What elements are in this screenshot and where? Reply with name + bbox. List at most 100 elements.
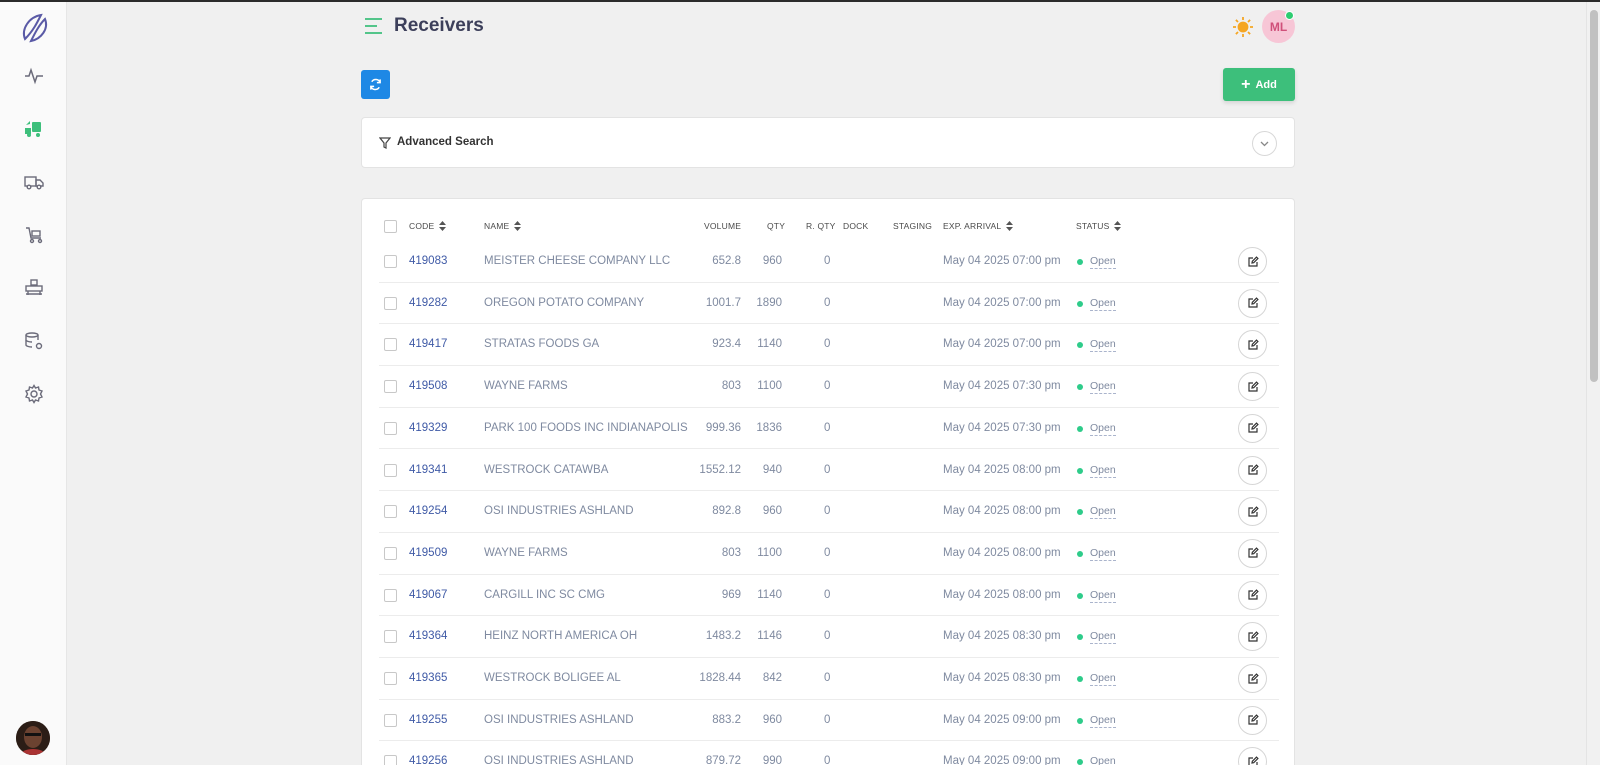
row-checkbox[interactable] (384, 713, 397, 727)
received-qty-value: 0 (824, 421, 831, 434)
table-row[interactable]: 419067 CARGILL INC SC CMG 969 1140 0 May 04 2… (379, 575, 1279, 617)
receiver-code-link[interactable]: 419364 (409, 630, 447, 642)
status-badge[interactable]: Open (1090, 464, 1116, 478)
status-badge[interactable]: Open (1090, 755, 1116, 765)
sort-icon[interactable] (514, 221, 522, 231)
status-badge[interactable]: Open (1090, 380, 1116, 395)
table-row[interactable]: 419329 PARK 100 FOODS INC INDIANAPOLIS 999… (379, 408, 1279, 450)
receiver-name: HEINZ NORTH AMERICA OH (484, 630, 638, 643)
edit-button[interactable] (1238, 455, 1267, 485)
receiver-code-link[interactable]: 419255 (409, 714, 447, 726)
column-header-status[interactable]: STATUS (1076, 221, 1122, 231)
status-badge[interactable]: Open (1090, 547, 1116, 561)
select-all-checkbox[interactable] (384, 220, 397, 233)
status-badge[interactable]: Open (1090, 338, 1116, 353)
edit-button[interactable] (1238, 538, 1267, 568)
table-row[interactable]: 419083 MEISTER CHEESE COMPANY LLC 652.8 960… (379, 241, 1279, 283)
edit-button[interactable] (1238, 413, 1267, 443)
receiving-truck-icon[interactable] (19, 114, 49, 144)
row-checkbox[interactable] (384, 588, 397, 602)
table-row[interactable]: 419255 OSI INDUSTRIES ASHLAND 883.2 960 0 May… (379, 700, 1279, 742)
table-row[interactable]: 419509 WAYNE FARMS 803 1100 0 May 04 2025 08:… (379, 533, 1279, 575)
column-header-code[interactable]: CODE (409, 221, 447, 231)
edit-button[interactable] (1238, 288, 1267, 318)
chevron-down-icon[interactable] (1252, 131, 1277, 156)
receiver-code-link[interactable]: 419417 (409, 338, 447, 350)
scrollbar-thumb[interactable] (1590, 10, 1598, 382)
sort-icon[interactable] (1114, 221, 1122, 231)
receiver-code-link[interactable]: 419341 (409, 464, 447, 476)
receiver-code-link[interactable]: 419083 (409, 255, 447, 267)
row-checkbox[interactable] (384, 546, 397, 560)
edit-button[interactable] (1238, 580, 1267, 610)
advanced-search-panel[interactable]: Advanced Search (361, 117, 1295, 168)
row-checkbox[interactable] (384, 755, 397, 765)
profile-avatar[interactable] (16, 721, 50, 755)
row-checkbox[interactable] (384, 463, 397, 477)
edit-button[interactable] (1238, 622, 1267, 652)
receiver-code-link[interactable]: 419067 (409, 589, 447, 601)
table-row[interactable]: 419365 WESTROCK BOLIGEE AL 1828.44 842 0 May … (379, 658, 1279, 700)
status-badge[interactable]: Open (1090, 589, 1116, 603)
status-badge[interactable]: Open (1090, 714, 1116, 728)
receiver-code-link[interactable]: 419282 (409, 297, 447, 309)
status-badge[interactable]: Open (1090, 255, 1116, 269)
column-header-exp-arrival[interactable]: EXP. ARRIVAL (943, 221, 1014, 231)
warehouse-icon[interactable] (19, 273, 49, 303)
sort-icon[interactable] (1006, 221, 1014, 231)
table-row[interactable]: 419256 OSI INDUSTRIES ASHLAND 879.72 990 0 Ma… (379, 741, 1279, 765)
page-title: Receivers (394, 15, 484, 36)
receiver-code-link[interactable]: 419508 (409, 380, 447, 392)
table-row[interactable]: 419508 WAYNE FARMS 803 1100 0 May 04 2025 07:… (379, 366, 1279, 408)
edit-button[interactable] (1238, 247, 1267, 276)
qty-value: 1836 (756, 421, 782, 434)
sort-icon[interactable] (439, 221, 447, 231)
table-row[interactable]: 419364 HEINZ NORTH AMERICA OH 1483.2 1146 0 M… (379, 616, 1279, 658)
qty-value: 1890 (756, 296, 782, 309)
table-row[interactable]: 419254 OSI INDUSTRIES ASHLAND 892.8 960 0 May… (379, 491, 1279, 533)
received-qty-value: 0 (824, 338, 831, 351)
edit-button[interactable] (1238, 747, 1267, 765)
activity-icon[interactable] (19, 61, 49, 91)
vertical-scrollbar[interactable] (1586, 2, 1600, 765)
row-checkbox[interactable] (384, 255, 397, 268)
receiver-code-link[interactable]: 419365 (409, 672, 447, 684)
column-header-name[interactable]: NAME (484, 221, 522, 231)
receiver-code-link[interactable]: 419256 (409, 755, 447, 765)
receiver-code-link[interactable]: 419254 (409, 505, 447, 517)
status-badge[interactable]: Open (1090, 672, 1116, 686)
edit-button[interactable] (1238, 497, 1267, 527)
status-badge[interactable]: Open (1090, 297, 1116, 311)
refresh-button[interactable] (361, 70, 390, 99)
menu-toggle-icon[interactable] (364, 17, 384, 35)
status-badge[interactable]: Open (1090, 422, 1116, 436)
status-badge[interactable]: Open (1090, 505, 1116, 520)
receivers-table: CODE NAME VOLUME QTY R. QTY DOCK STAGING… (361, 198, 1295, 765)
truck-icon[interactable] (19, 167, 49, 197)
row-checkbox[interactable] (384, 421, 397, 435)
status-dot (1077, 300, 1083, 307)
edit-button[interactable] (1238, 330, 1267, 360)
edit-button[interactable] (1238, 705, 1267, 735)
edit-button[interactable] (1238, 664, 1267, 693)
table-row[interactable]: 419341 WESTROCK CATAWBA 1552.12 940 0 May 04 … (379, 450, 1279, 492)
row-checkbox[interactable] (384, 672, 397, 685)
row-checkbox[interactable] (384, 380, 397, 394)
row-checkbox[interactable] (384, 338, 397, 352)
database-settings-icon[interactable] (19, 326, 49, 356)
sun-icon[interactable] (1232, 16, 1254, 38)
app-logo-icon[interactable] (17, 11, 51, 45)
qty-value: 1140 (757, 588, 782, 601)
row-checkbox[interactable] (384, 505, 397, 519)
cart-icon[interactable] (19, 220, 49, 250)
table-row[interactable]: 419282 OREGON POTATO COMPANY 1001.7 1890 0 Ma… (379, 283, 1279, 325)
receiver-code-link[interactable]: 419509 (409, 547, 447, 559)
receiver-code-link[interactable]: 419329 (409, 422, 447, 434)
add-button[interactable]: + Add (1223, 68, 1295, 101)
status-badge[interactable]: Open (1090, 630, 1116, 645)
table-row[interactable]: 419417 STRATAS FOODS GA 923.4 1140 0 May 04 2… (379, 324, 1279, 367)
edit-button[interactable] (1238, 372, 1267, 402)
row-checkbox[interactable] (384, 630, 397, 644)
row-checkbox[interactable] (384, 296, 397, 310)
gear-icon[interactable] (19, 379, 49, 409)
